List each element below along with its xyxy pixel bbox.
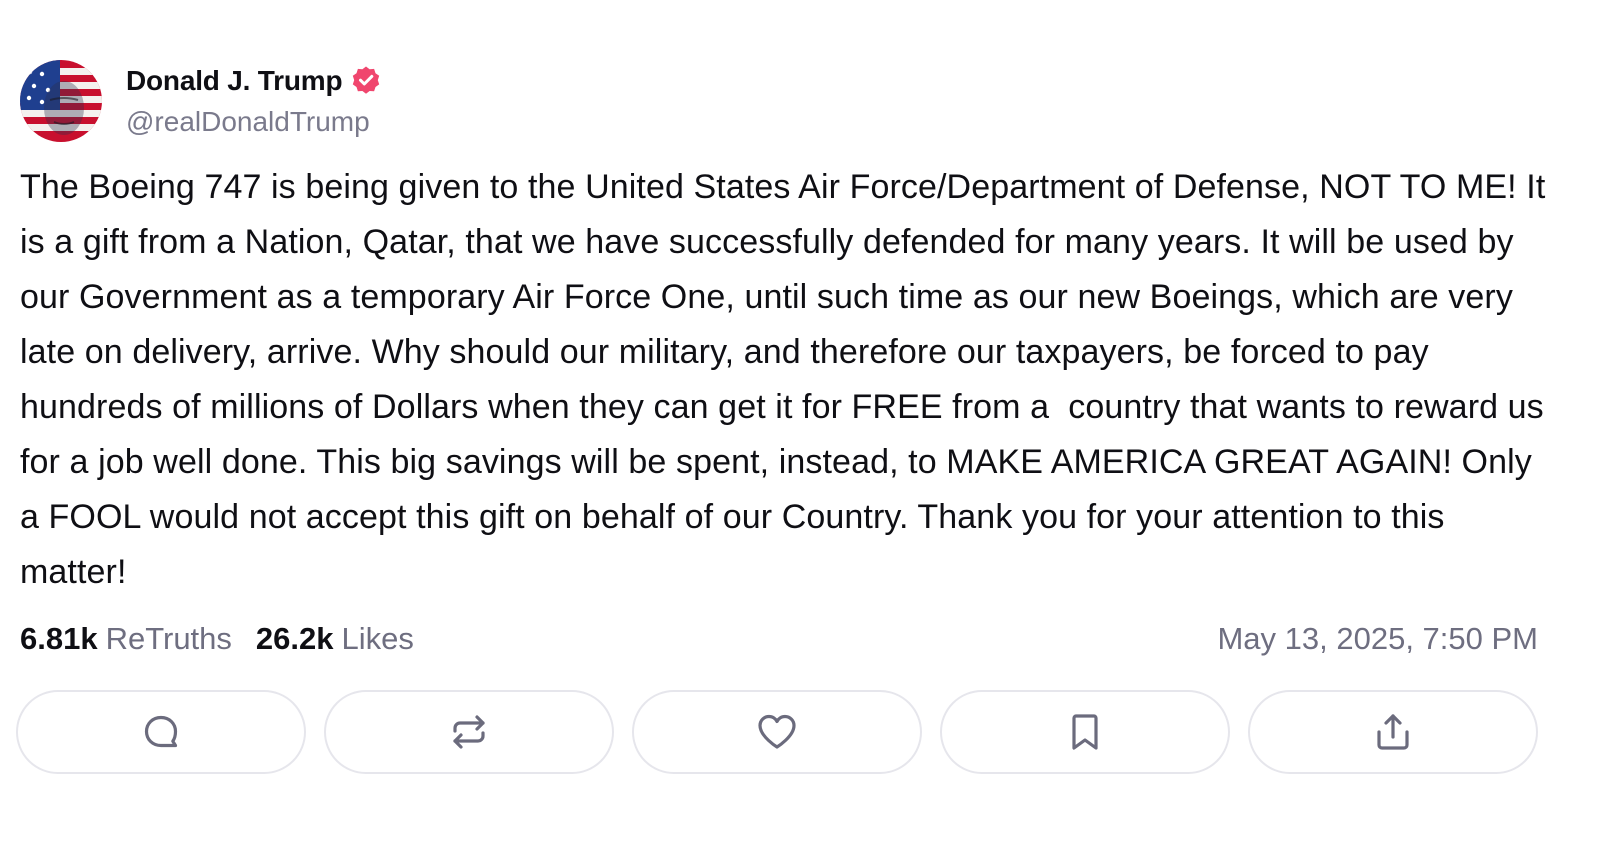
post-body-text: The Boeing 747 is being given to the Uni… — [20, 168, 1555, 591]
retruths-stat[interactable]: 6.81k ReTruths — [20, 621, 232, 657]
bookmark-icon — [1072, 714, 1098, 750]
retruths-count: 6.81k — [20, 621, 98, 656]
name-row: Donald J. Trump — [126, 60, 382, 102]
post-actions — [16, 690, 1538, 774]
bookmark-button[interactable] — [940, 690, 1230, 774]
verified-badge-icon — [350, 65, 382, 97]
avatar[interactable] — [20, 60, 102, 142]
retruth-icon — [453, 715, 485, 749]
author-handle[interactable]: @realDonaldTrump — [126, 102, 382, 142]
like-button[interactable] — [632, 690, 922, 774]
heart-icon — [758, 714, 796, 749]
retruth-button[interactable] — [324, 690, 614, 774]
share-icon — [1377, 714, 1409, 750]
reply-button[interactable] — [16, 690, 306, 774]
post-stats: 6.81k ReTruths 26.2k Likes May 13, 2025,… — [20, 618, 1538, 660]
reply-icon — [144, 715, 178, 748]
truth-post: Donald J. Trump @realDonaldTrump The Boe… — [0, 0, 1598, 848]
avatar-image — [20, 60, 102, 142]
share-button[interactable] — [1248, 690, 1538, 774]
likes-label: Likes — [341, 621, 414, 656]
retruths-label: ReTruths — [105, 621, 232, 656]
post-header: Donald J. Trump @realDonaldTrump — [20, 60, 382, 142]
post-timestamp[interactable]: May 13, 2025, 7:50 PM — [1217, 621, 1538, 657]
likes-count: 26.2k — [255, 621, 334, 656]
likes-stat[interactable]: 26.2k Likes — [256, 621, 414, 657]
author-display-name[interactable]: Donald J. Trump — [126, 65, 343, 97]
author-identity: Donald J. Trump @realDonaldTrump — [126, 60, 382, 142]
